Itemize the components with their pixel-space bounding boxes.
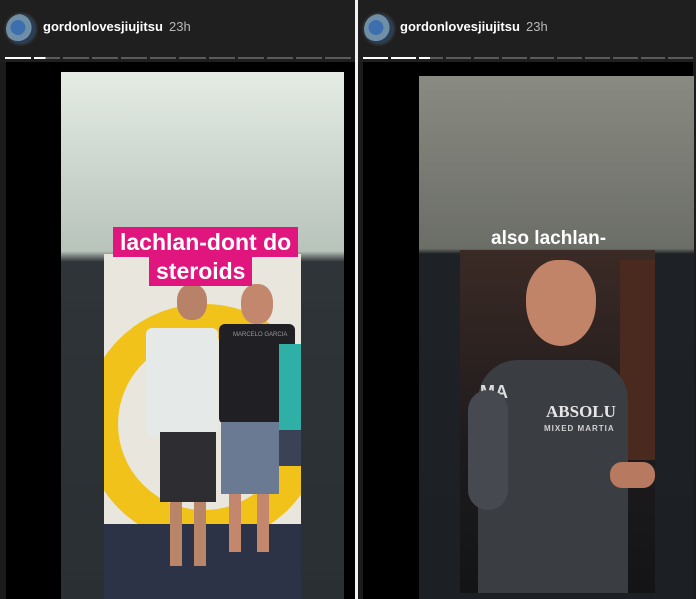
story-progress-bar — [363, 57, 693, 59]
shorts — [279, 430, 301, 466]
dark-shorts — [160, 432, 216, 502]
person-head — [526, 260, 596, 346]
progress-segment — [34, 57, 61, 59]
leg — [194, 502, 206, 566]
story-media[interactable]: ABSOLU MIXED MARTIA MA also lachlan- — [363, 62, 694, 599]
rashguard-sub-text: MIXED MARTIA — [544, 424, 615, 433]
progress-segment — [585, 57, 610, 59]
shirt-text: MARCELO GARCIA — [233, 332, 288, 338]
progress-segment — [668, 57, 693, 59]
progress-segment — [63, 57, 90, 59]
username[interactable]: gordonlovesjiujitsu — [400, 19, 520, 34]
progress-segment — [150, 57, 177, 59]
progress-segment — [92, 57, 119, 59]
progress-segment — [612, 57, 638, 59]
story-header: gordonlovesjiujitsu 23h — [358, 0, 696, 62]
hand — [610, 462, 655, 488]
progress-segment — [5, 57, 32, 59]
leg — [170, 502, 182, 566]
progress-segment — [363, 57, 388, 59]
story-panel-left[interactable]: gordonlovesjiujitsu 23h MARCELO GARCIA l… — [0, 0, 355, 599]
white-tshirt — [146, 328, 218, 436]
progress-segment — [295, 57, 322, 59]
progress-segment — [474, 57, 499, 59]
progress-segment — [640, 57, 666, 59]
progress-segment — [529, 57, 555, 59]
progress-segment — [390, 57, 416, 59]
progress-segment — [237, 57, 264, 59]
post-time: 23h — [526, 19, 548, 34]
caption-sticker[interactable]: lachlan-dont do — [113, 227, 299, 257]
leg — [229, 494, 241, 552]
progress-segment — [266, 57, 293, 59]
story-photo: MARCELO GARCIA — [104, 254, 301, 599]
profile-avatar[interactable] — [6, 14, 36, 44]
progress-segment — [324, 57, 351, 59]
grey-shorts — [221, 422, 279, 494]
story-header: gordonlovesjiujitsu 23h — [0, 0, 355, 62]
rashguard-brand-text: ABSOLU — [546, 402, 616, 421]
story-photo: ABSOLU MIXED MARTIA MA — [460, 250, 655, 593]
progress-segment — [179, 57, 206, 59]
caption-text[interactable]: also lachlan- — [491, 228, 606, 250]
username[interactable]: gordonlovesjiujitsu — [43, 19, 163, 34]
story-media[interactable]: MARCELO GARCIA lachlan-dont do steroids — [6, 62, 355, 599]
progress-segment — [557, 57, 582, 59]
progress-segment — [418, 57, 444, 59]
person-head — [177, 284, 207, 320]
caption-sticker[interactable]: steroids — [149, 256, 253, 286]
story-panel-right[interactable]: gordonlovesjiujitsu 23h ABSOLU MIXED MAR… — [358, 0, 696, 599]
story-progress-bar — [5, 57, 351, 59]
person-head — [241, 284, 273, 324]
profile-avatar[interactable] — [364, 14, 394, 44]
leg — [257, 494, 269, 552]
progress-segment — [501, 57, 527, 59]
arm — [468, 390, 508, 510]
teal-top — [279, 344, 301, 430]
progress-segment — [208, 57, 235, 59]
progress-segment — [121, 57, 148, 59]
progress-segment — [446, 57, 471, 59]
post-time: 23h — [169, 19, 191, 34]
